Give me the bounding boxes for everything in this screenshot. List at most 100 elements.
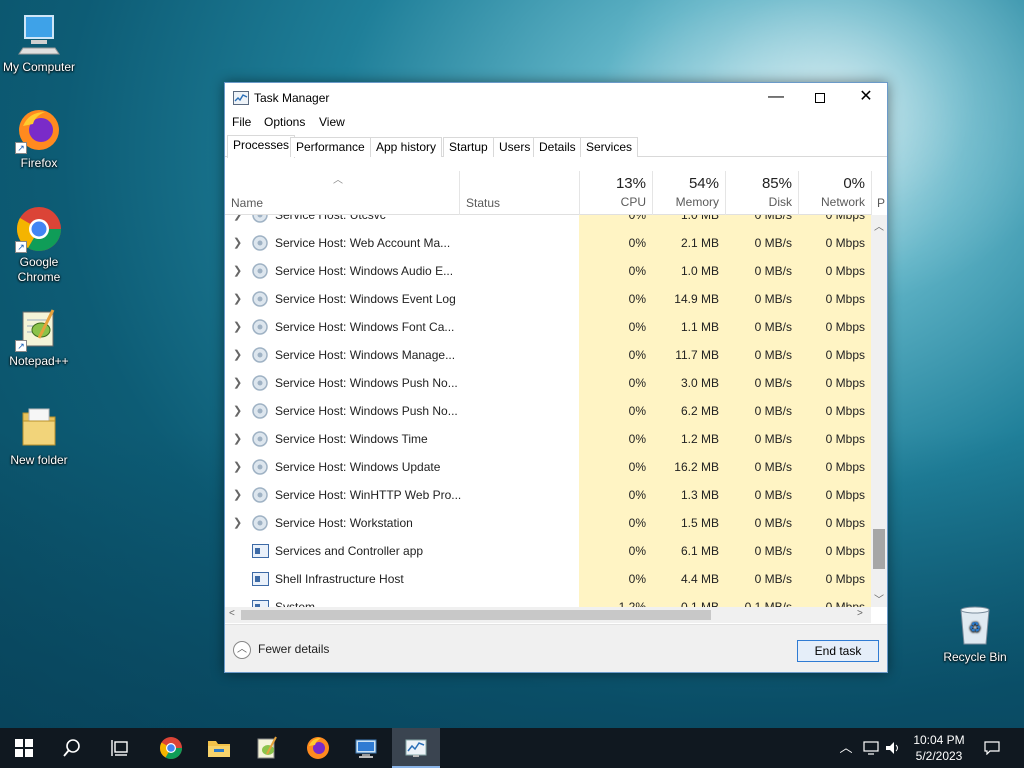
chevron-right-icon[interactable]: ❯ (233, 257, 242, 285)
process-name: Service Host: Windows Font Ca... (275, 320, 455, 334)
chevron-right-icon[interactable]: ❯ (233, 215, 242, 229)
maximize-button[interactable] (797, 83, 843, 113)
taskbar-chrome[interactable] (147, 728, 195, 768)
desktop-icon-label: Firefox (20, 156, 58, 170)
process-disk: 0 MB/s (754, 404, 792, 418)
horizontal-scroll-thumb[interactable] (241, 610, 711, 620)
tab-app-history[interactable]: App history (370, 137, 443, 157)
fewer-details-link[interactable]: Fewer details (258, 642, 329, 656)
process-memory: 11.7 MB (675, 348, 719, 362)
process-row[interactable]: ❯ Service Host: Windows Event Log 0% 14.9 M… (225, 285, 871, 313)
gear-icon (251, 458, 269, 479)
taskbar-notepadpp[interactable] (243, 728, 291, 768)
column-name[interactable]: Name (225, 171, 459, 215)
desktop-icon-notepadpp[interactable]: ↗ Notepad++ (1, 304, 77, 369)
desktop-icon-my-computer[interactable]: My Computer (1, 10, 77, 75)
taskbar-file-explorer[interactable] (195, 728, 243, 768)
firefox-icon (307, 737, 329, 759)
menu-file[interactable]: File (232, 115, 251, 129)
process-row[interactable]: ❯ Service Host: Windows Font Ca... 0% 1.1 M… (225, 313, 871, 341)
menu-view[interactable]: View (319, 115, 345, 129)
scroll-up-icon[interactable]: ︿ (874, 218, 884, 233)
process-name: Service Host: Windows Time (275, 432, 428, 446)
column-memory[interactable]: 54% Memory (652, 171, 725, 215)
taskbar-task-manager[interactable] (392, 728, 440, 768)
chevron-right-icon[interactable]: ❯ (233, 453, 242, 481)
process-memory: 6.2 MB (680, 404, 719, 418)
tab-details[interactable]: Details (533, 137, 582, 157)
process-row[interactable]: ❯ Service Host: Windows Push No... 0% 3.0 M… (225, 369, 871, 397)
horizontal-scrollbar[interactable]: < > (225, 607, 871, 623)
column-cpu[interactable]: 13% CPU (579, 171, 652, 215)
tab-users[interactable]: Users (493, 137, 537, 157)
taskbar-remote-desktop[interactable] (342, 728, 390, 768)
chevron-up-icon[interactable]: ︿ (233, 641, 251, 659)
gear-icon (251, 374, 269, 395)
chrome-icon: ↗ (15, 205, 63, 253)
show-hidden-icons[interactable]: ︿ (836, 728, 856, 768)
process-row[interactable]: System 1.2% 0.1 MB 0.1 MB/s 0 Mbps (225, 593, 871, 607)
task-view-button[interactable] (96, 728, 144, 768)
process-cpu: 0% (628, 488, 646, 502)
process-row[interactable]: ❯ Service Host: Windows Audio E... 0% 1.0 M… (225, 257, 871, 285)
chevron-right-icon[interactable]: ❯ (233, 229, 242, 257)
process-row[interactable]: ❯ Service Host: Workstation 0% 1.5 MB 0 MB/s… (225, 509, 871, 537)
column-status[interactable]: Status (459, 171, 579, 215)
disk-label: Disk (768, 195, 792, 209)
chevron-right-icon[interactable]: ❯ (233, 369, 242, 397)
scroll-right-icon[interactable]: > (857, 608, 863, 619)
chevron-right-icon[interactable]: ❯ (233, 509, 242, 537)
chevron-right-icon[interactable]: ❯ (233, 481, 242, 509)
search-button[interactable] (48, 728, 96, 768)
desktop-icon-chrome[interactable]: ↗ Google Chrome (1, 205, 77, 285)
column-disk[interactable]: 85% Disk (725, 171, 798, 215)
chevron-right-icon[interactable]: ❯ (233, 397, 242, 425)
maximize-icon (815, 93, 825, 103)
process-row[interactable]: ❯ Service Host: Windows Update 0% 16.2 MB 0 … (225, 453, 871, 481)
process-memory: 1.2 MB (680, 432, 719, 446)
chevron-right-icon[interactable]: ❯ (233, 285, 242, 313)
chrome-icon (160, 737, 182, 759)
menu-options[interactable]: Options (264, 115, 305, 129)
system-clock[interactable]: 10:04 PM 5/2/2023 (904, 732, 974, 764)
network-tray-icon[interactable] (860, 728, 882, 768)
process-row[interactable]: ❯ Service Host: Web Account Ma... 0% 2.1 MB… (225, 229, 871, 257)
close-button[interactable]: ✕ (843, 83, 889, 113)
process-row[interactable]: ❯ Service Host: Windows Manage... 0% 11.7 M… (225, 341, 871, 369)
tab-processes[interactable]: Processes (227, 135, 296, 158)
process-disk: 0 MB/s (754, 264, 792, 278)
process-row[interactable]: ❯ Service Host: Utcsvc 0% 1.0 MB 0 MB/s 0 Mbp… (225, 215, 871, 229)
vertical-scrollbar[interactable]: ︿ ﹀ (871, 215, 887, 607)
minimize-icon: — (768, 88, 784, 105)
start-button[interactable] (0, 728, 48, 768)
action-center-button[interactable] (980, 728, 1004, 768)
minimize-button[interactable]: — (753, 83, 799, 113)
process-row[interactable]: ❯ Service Host: Windows Push No... 0% 6.2 M… (225, 397, 871, 425)
process-row[interactable]: ❯ Service Host: Windows Time 0% 1.2 MB 0 MB/… (225, 425, 871, 453)
scroll-down-icon[interactable]: ﹀ (874, 591, 884, 606)
chevron-right-icon[interactable]: ❯ (233, 313, 242, 341)
process-name: Service Host: Windows Push No... (275, 376, 458, 390)
tab-performance[interactable]: Performance (290, 137, 371, 157)
process-row[interactable]: ❯ Service Host: WinHTTP Web Pro... 0% 1.3 M… (225, 481, 871, 509)
chevron-right-icon[interactable]: ❯ (233, 425, 242, 453)
vertical-scroll-thumb[interactable] (873, 529, 885, 569)
process-row[interactable]: Shell Infrastructure Host 0% 4.4 MB 0 MB/s 0… (225, 565, 871, 593)
scroll-left-icon[interactable]: < (229, 608, 235, 619)
process-cpu: 0% (628, 460, 646, 474)
tab-startup[interactable]: Startup (443, 137, 494, 157)
process-row[interactable]: Services and Controller app 0% 6.1 MB 0 MB/… (225, 537, 871, 565)
process-disk: 0 MB/s (754, 215, 792, 222)
desktop-icon-new-folder[interactable]: New folder (1, 403, 77, 468)
chevron-right-icon[interactable]: ❯ (233, 341, 242, 369)
tab-services[interactable]: Services (580, 137, 639, 157)
end-task-button[interactable]: End task (797, 640, 879, 662)
volume-tray-icon[interactable] (882, 728, 904, 768)
desktop-icon-firefox[interactable]: ↗ Firefox (1, 106, 77, 171)
column-network[interactable]: 0% Network (798, 171, 871, 215)
notepadpp-icon (257, 736, 277, 759)
column-power[interactable]: P (871, 171, 887, 215)
title-bar[interactable]: Task Manager — ✕ (225, 83, 887, 113)
desktop-icon-recycle-bin[interactable]: ♻ Recycle Bin (937, 600, 1013, 665)
taskbar-firefox[interactable] (294, 728, 342, 768)
